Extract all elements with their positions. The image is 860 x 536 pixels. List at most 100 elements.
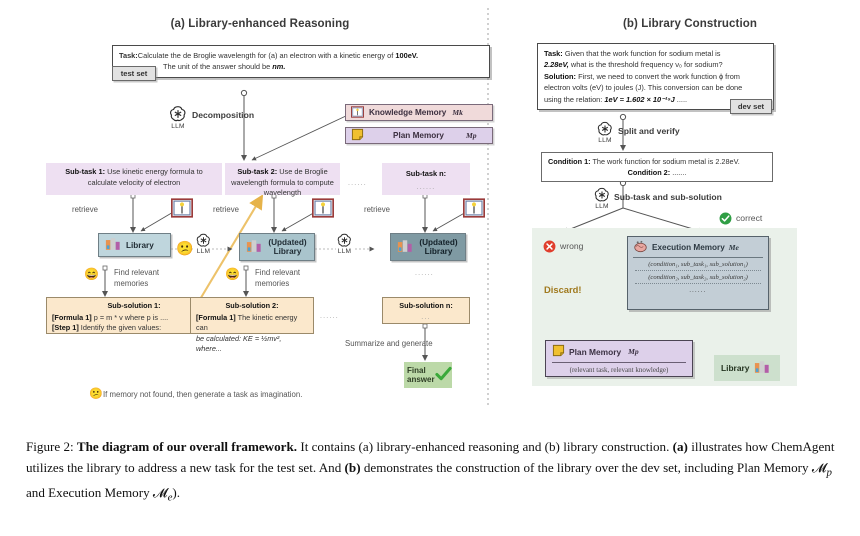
task-label: Task: [119, 51, 138, 60]
neutral-face-emoji-2: 😕 [89, 388, 103, 400]
footnote-label: If memory not found, then generate a tas… [103, 390, 303, 399]
condition-2-text: ....... [670, 168, 687, 177]
condition-1-text: The work function for sodium metal is 2.… [590, 157, 740, 166]
grinning-face-emoji-2: 😄 [225, 267, 240, 281]
wrong-label: wrong [560, 241, 584, 251]
subtask-1-body: Use kinetic energy formula to calculate … [87, 167, 203, 187]
llm-decomposition: LLM [168, 104, 188, 130]
open-book-icon-2 [312, 198, 335, 223]
correct-label: correct [736, 213, 763, 223]
decomposition-label: Decomposition [192, 110, 255, 120]
cross-circle-icon [543, 240, 556, 258]
llm-middle-1: LLM [195, 232, 212, 255]
subsolution-2-l2t: be calculated: KE = ½mv², where... [196, 333, 282, 354]
llm-icon-3 [337, 233, 351, 247]
subtask-n-head: Sub-task n: [405, 169, 447, 178]
subsolution-n-body: ... [421, 313, 431, 321]
exec-line-1: (condition₁, sub_task₁, sub_solution₁) [648, 261, 748, 268]
task-line2-b: what is the threshold frequency ν₀ for s… [568, 60, 723, 70]
plan-memory-sub: (relevant task, relevant knowledge) [569, 366, 669, 374]
plan-memory-header: Plan Memory Mp [552, 344, 686, 363]
subtask-2: Sub-task 2: Use de Broglie wavelength fo… [225, 163, 340, 197]
subsolution-2: Sub-solution 2: [Formula 1] The kinetic … [190, 297, 314, 353]
condition-2-label: Condition 2: [627, 168, 671, 177]
subsolution-1-l1b: [Formula 1] [52, 312, 92, 322]
task-box-test: Task:Calculate the de Broglie wavelength… [112, 45, 490, 78]
llm-label-3: LLM [337, 248, 352, 255]
figure-root: (a) Library-enhanced Reasoning Task:Calc… [0, 0, 860, 536]
subtask-1: Sub-task 1: Use kinetic energy formula t… [46, 163, 222, 195]
caption-fig-no: Figure 2: [26, 439, 77, 454]
subsolution-1-l2t: Identify the given values: [78, 323, 162, 332]
llm-icon [169, 106, 186, 122]
solution-line3-bold: 1eV = 1.602 × 10⁻¹⁹J [604, 94, 675, 104]
exec-line-2: (condition₂, sub_task₂, sub_solution₂) [648, 274, 748, 281]
plan-memory-box-a: Plan Memory Mp [345, 127, 493, 144]
library-label-1: Library [126, 240, 154, 250]
find-relevant-label-1: Find relevant memories [114, 268, 160, 288]
task-bold-2: nm. [272, 62, 286, 71]
sticky-note-icon-2 [552, 344, 565, 359]
open-book-icon [351, 105, 365, 120]
subtask-1-head: Sub-task 1: [65, 167, 106, 176]
library-box-1: Library [98, 233, 171, 257]
exec-divider-1 [635, 270, 761, 271]
retrieve-label-1: retrieve [72, 205, 98, 214]
caption-rest-3: demonstrates the construction of the lib… [360, 459, 827, 475]
tag-test-set-label: test set [120, 69, 148, 78]
retrieve-label-3: retrieve [364, 205, 390, 214]
subsolution-1-l2b: [Step 1] [52, 323, 79, 332]
llm-label-4: LLM [598, 137, 612, 144]
caption-rest-4: and Execution Memory 𝓜 [26, 484, 168, 500]
task-bold-1: 100eV. [395, 51, 419, 60]
task-text-2: The unit of the answer should be [163, 62, 273, 71]
caption-b-b: (b) [344, 459, 361, 475]
subsolution-2-l1b: [Formula 1] [196, 312, 236, 322]
check-mark-icon [435, 366, 452, 384]
subtask-subsolution-label: Sub-task and sub-solution [614, 192, 722, 202]
subtask-n: Sub-task n: ...... [382, 163, 470, 195]
figure-caption: Figure 2: The diagram of our overall fra… [26, 437, 838, 508]
open-book-icon-3 [463, 198, 486, 223]
discard-label: Discard! [544, 284, 582, 295]
subsolution-n-head: Sub-solution n: [399, 301, 453, 310]
solution-line2: electron volts (eV) to joules (J). This … [544, 83, 743, 93]
plan-memory-label-b: Plan Memory [569, 346, 622, 357]
final-answer-box: Final answer [404, 362, 452, 388]
knowledge-memory-box: Knowledge Memory Mk [345, 104, 493, 121]
library-3-ellipsis: ...... [415, 270, 434, 277]
open-book-icon-1 [171, 198, 194, 223]
tag-test-set: test set [112, 66, 156, 81]
solution-line3-tail: ..... [674, 94, 688, 104]
llm-subtask-subsolution: LLM [593, 186, 611, 210]
llm-label-5: LLM [595, 203, 609, 210]
task-text-1: Calculate the de Broglie wavelength for … [137, 51, 396, 60]
condition-box: Condition 1: The work function for sodiu… [541, 152, 773, 182]
split-and-verify-label: Split and verify [618, 126, 680, 136]
llm-label-2: LLM [196, 248, 211, 255]
knowledge-memory-symbol: Mk [452, 108, 463, 117]
caption-rest-1: It contains (a) library-enhanced reasoni… [297, 439, 673, 454]
task-line2-bold: 2.28eV, [544, 60, 569, 70]
library-books-icon-4 [754, 360, 770, 377]
brain-icon [633, 240, 648, 255]
library-box-3: (Updated) Library [390, 233, 466, 261]
find-relevant-label-2: Find relevant memories [255, 268, 301, 288]
exec-line-3: ...... [689, 287, 707, 294]
tag-dev-set-label: dev set [737, 102, 765, 111]
subsolution-n: Sub-solution n: ... [382, 297, 470, 324]
condition-1-label: Condition 1: [548, 157, 591, 166]
caption-rest-5: ). [172, 484, 181, 500]
retrieve-label-2: retrieve [213, 205, 239, 214]
final-answer-label: Final answer [407, 366, 435, 384]
panel-a-title: (a) Library-enhanced Reasoning [170, 18, 350, 30]
execution-memory-label: Execution Memory [652, 243, 725, 252]
execution-memory-box: Execution Memory Me (condition₁, sub_tas… [627, 236, 769, 310]
plan-memory-symbol-a: Mp [465, 131, 477, 140]
llm-label: LLM [171, 123, 185, 130]
solution-label: Solution: [544, 71, 577, 81]
sticky-note-icon [351, 128, 364, 143]
library-box-2: (Updated) Library [239, 233, 315, 261]
caption-b-a: (a) [672, 439, 688, 454]
library-box-b: Library [714, 355, 780, 381]
